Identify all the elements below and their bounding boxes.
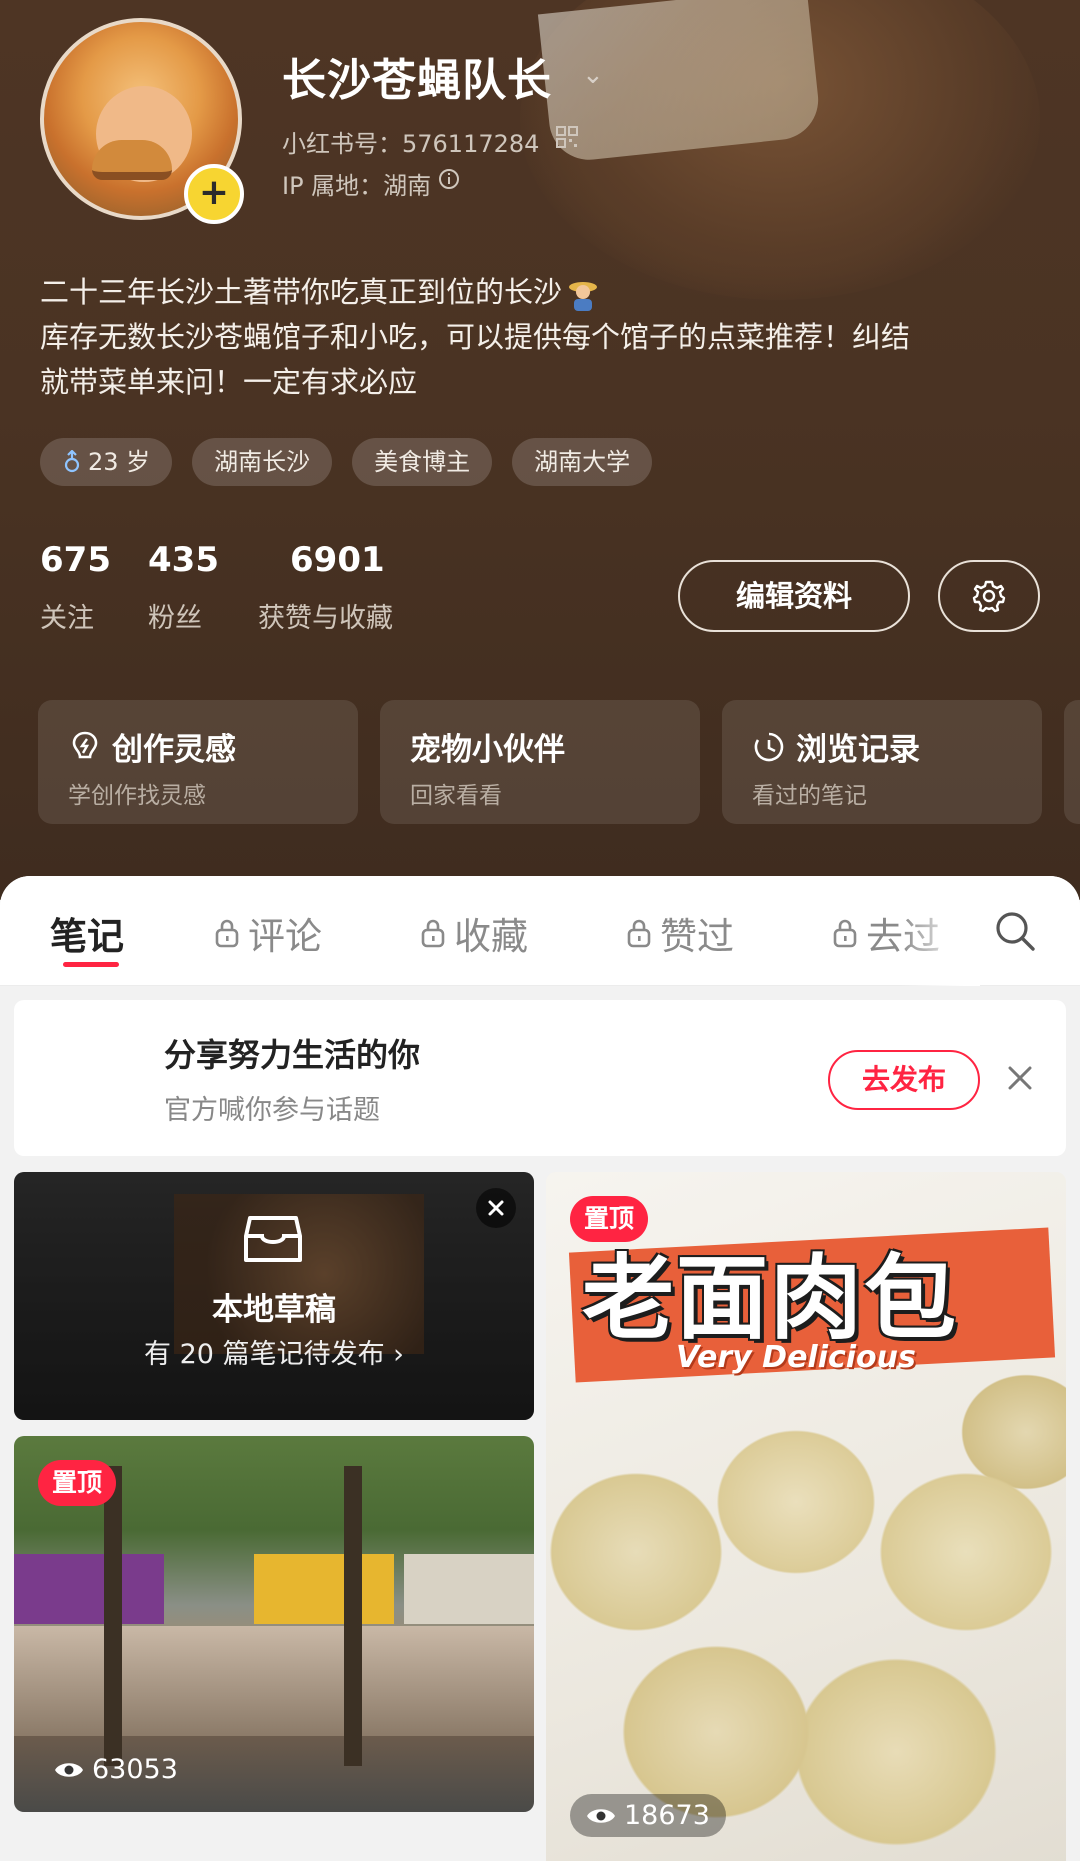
profile-bio: 二十三年长沙土著带你吃真正到位的长沙 库存无数长沙苍蝇馆子和小吃，可以提供每个馆…	[40, 270, 1040, 405]
note-image-tree	[104, 1466, 122, 1766]
card-browsing-history[interactable]: 浏览记录 看过的笔记	[722, 700, 1042, 824]
promo-subtitle: 官方喊你参与话题	[164, 1095, 380, 1126]
view-count-value: 18673	[624, 1800, 710, 1831]
tabs-fade-overlay	[900, 876, 980, 986]
draft-subtitle: 有 20 篇笔记待发布 ›	[144, 1339, 404, 1370]
settings-button[interactable]	[938, 560, 1040, 632]
profile-tabs: 笔记 评论 收藏 赞过 去过	[0, 876, 1080, 986]
lightbulb-icon	[72, 731, 98, 758]
card-title-text: 浏览记录	[796, 732, 920, 768]
card-subtitle: 学创作找灵感	[68, 783, 206, 809]
search-icon[interactable]	[994, 910, 1036, 952]
bio-line: 就带菜单来问！一定有求必应	[40, 365, 418, 399]
stat-label: 获赞与收藏	[258, 603, 393, 634]
cover-title: 老面肉包	[582, 1245, 959, 1352]
card-pet-partner[interactable]: 宠物小伙伴 回家看看	[380, 700, 700, 824]
eye-icon	[587, 1808, 615, 1823]
active-tab-indicator	[63, 962, 119, 967]
info-icon[interactable]	[438, 168, 460, 190]
stat-likes-collects[interactable]: 6901 获赞与收藏	[258, 540, 393, 635]
bio-line: 二十三年长沙土著带你吃真正到位的长沙	[40, 275, 563, 309]
close-icon	[488, 1200, 504, 1216]
card-subtitle: 看过的笔记	[752, 783, 867, 809]
edit-profile-button[interactable]: 编辑资料	[678, 560, 910, 632]
gear-icon	[972, 580, 1006, 613]
inbox-icon	[244, 1216, 302, 1262]
stat-followers[interactable]: 435 粉丝	[148, 540, 219, 635]
tag-label: 湖南大学	[534, 448, 631, 476]
tab-label: 收藏	[454, 915, 528, 958]
profile-tags: 23 岁 湖南长沙 美食博主 湖南大学	[40, 438, 653, 486]
note-card[interactable]: 置顶 63053	[14, 1436, 534, 1812]
content-panel: 笔记 评论 收藏 赞过 去过 分享努力生活的你 官方喊你参与话题 去发布	[0, 876, 1080, 1861]
card-subtitle: 回家看看	[410, 783, 502, 809]
stat-label: 关注	[40, 603, 94, 634]
tab-comments[interactable]: 评论	[214, 906, 322, 960]
male-icon	[64, 450, 80, 473]
card-title: 创作灵感	[68, 724, 236, 769]
avatar-container[interactable]: +	[40, 18, 244, 224]
avatar-add-button[interactable]: +	[184, 164, 244, 224]
lock-icon	[833, 919, 857, 948]
eye-icon	[55, 1762, 83, 1777]
stat-value: 675	[40, 540, 111, 580]
note-card[interactable]: 老面肉包 Very Delicious 置顶 18673	[546, 1172, 1066, 1861]
stat-label: 粉丝	[148, 603, 202, 634]
card-title-text: 创作灵感	[112, 732, 236, 768]
redbook-id: 小红书号：576117284	[282, 130, 540, 158]
note-image-sign	[254, 1554, 394, 1624]
topic-promo-banner: 分享努力生活的你 官方喊你参与话题 去发布	[14, 1000, 1066, 1156]
card-next-partial[interactable]	[1064, 700, 1080, 824]
lock-icon	[215, 919, 239, 948]
draft-close-button[interactable]	[476, 1188, 516, 1228]
stat-following[interactable]: 675 关注	[40, 540, 111, 635]
stat-value: 6901	[290, 540, 385, 580]
avatar-burger	[92, 140, 172, 180]
clock-icon	[754, 732, 784, 761]
pinned-badge: 置顶	[38, 1460, 117, 1506]
tag-label: 美食博主	[374, 448, 471, 476]
local-drafts-card[interactable]: 本地草稿 有 20 篇笔记待发布 ›	[14, 1172, 534, 1420]
bio-line: 库存无数长沙苍蝇馆子和小吃，可以提供每个馆子的点菜推荐！纠结	[40, 320, 911, 354]
note-image-shopfront	[14, 1626, 534, 1736]
view-count-value: 63053	[92, 1754, 178, 1785]
card-title: 浏览记录	[752, 724, 920, 769]
cover-subtitle: Very Delicious	[676, 1340, 916, 1375]
stat-value: 435	[148, 540, 219, 580]
tag-age: 23 岁	[40, 438, 173, 486]
tab-label: 赞过	[660, 915, 734, 958]
chevron-down-icon[interactable]: ⌄	[582, 60, 604, 90]
publish-button[interactable]: 去发布	[828, 1050, 980, 1110]
tab-collections[interactable]: 收藏	[420, 906, 528, 960]
header-sticker-decoration	[537, 0, 823, 164]
qr-code-icon[interactable]	[556, 126, 578, 148]
tab-label: 评论	[248, 915, 322, 958]
note-image-sign	[404, 1554, 534, 1624]
tag-school: 湖南大学	[512, 438, 653, 486]
lock-icon	[627, 919, 651, 948]
farmer-emoji-icon	[569, 282, 598, 311]
note-image-sign	[14, 1554, 164, 1624]
note-image-tree	[344, 1466, 362, 1766]
card-title-text: 宠物小伙伴	[410, 732, 565, 768]
ip-location: IP 属地：湖南	[282, 172, 432, 200]
tag-location: 湖南长沙	[192, 438, 333, 486]
promo-title: 分享努力生活的你	[164, 1036, 421, 1074]
tag-label: 湖南长沙	[214, 448, 311, 476]
view-count: 63053	[54, 1754, 178, 1785]
card-title: 宠物小伙伴	[410, 724, 565, 769]
draft-title: 本地草稿	[212, 1292, 336, 1328]
lock-icon	[421, 919, 445, 948]
tag-occupation: 美食博主	[352, 438, 493, 486]
tab-notes[interactable]: 笔记	[50, 906, 124, 960]
tab-label: 笔记	[50, 915, 124, 958]
card-creation-inspiration[interactable]: 创作灵感 学创作找灵感	[38, 700, 358, 824]
profile-name[interactable]: 长沙苍蝇队长	[282, 44, 552, 108]
close-icon[interactable]	[1004, 1062, 1036, 1094]
profile-header: + 长沙苍蝇队长 ⌄ 小红书号：576117284 IP 属地：湖南 二十三年长…	[0, 0, 1080, 900]
tag-label: 23 岁	[88, 448, 151, 476]
tab-liked[interactable]: 赞过	[626, 906, 734, 960]
view-count: 18673	[570, 1794, 726, 1837]
pinned-badge: 置顶	[570, 1196, 649, 1242]
